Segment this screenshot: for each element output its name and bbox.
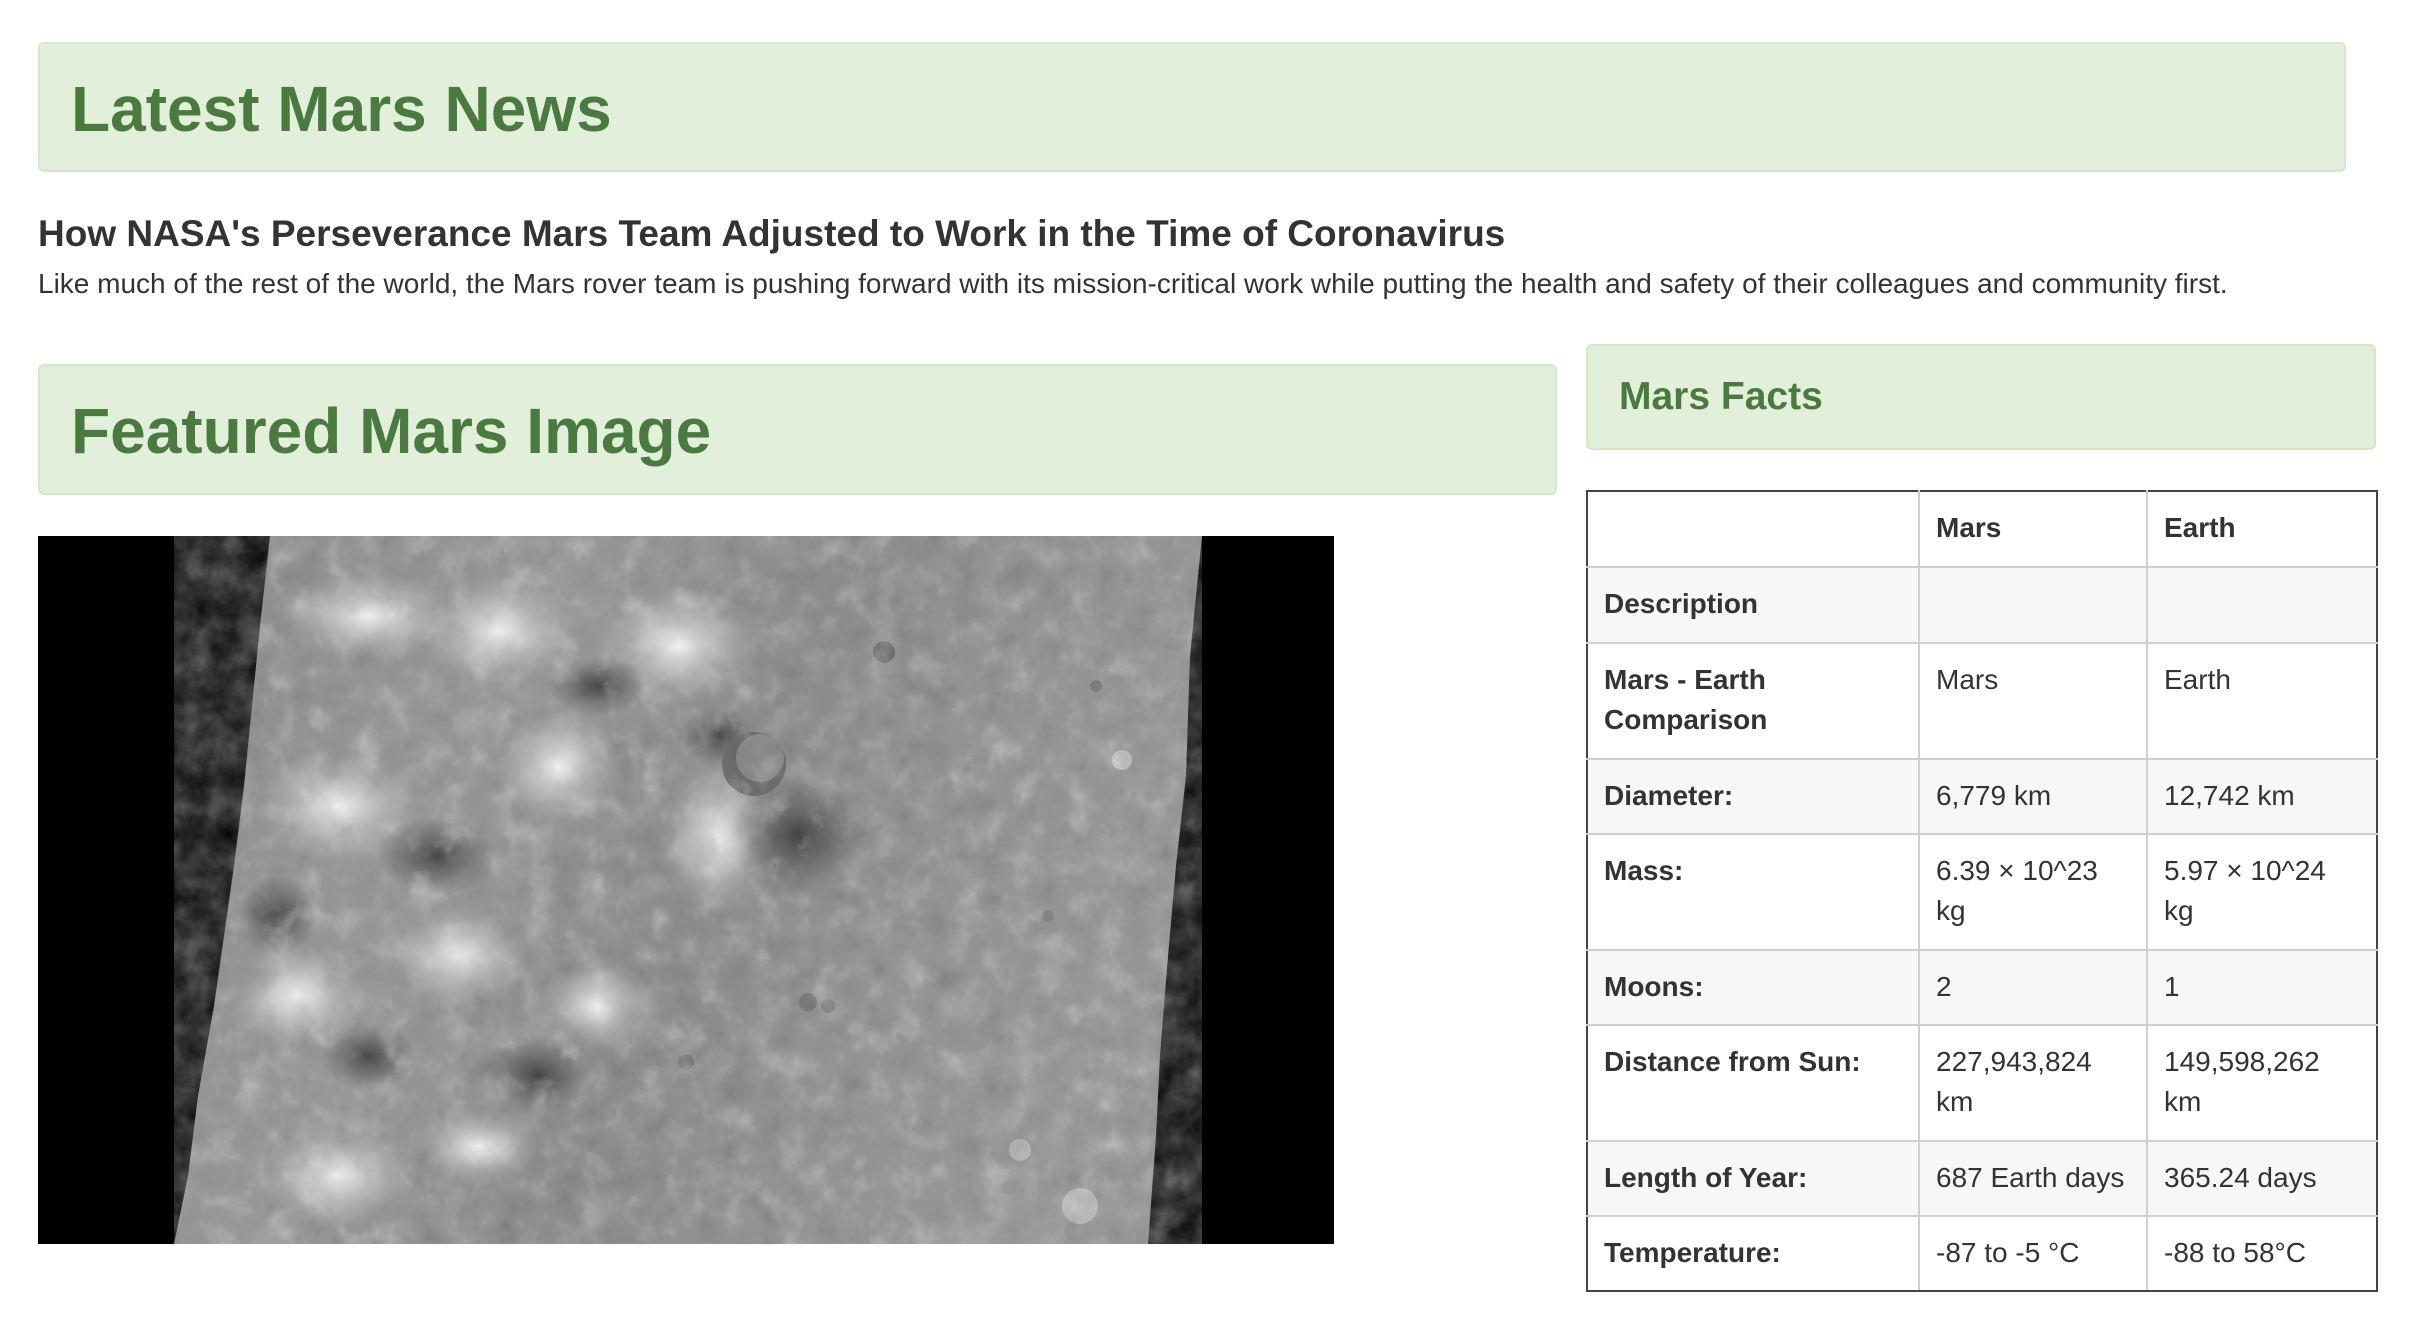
earth-value: 5.97 × 10^24 kg xyxy=(2146,833,2378,951)
mars-value: -87 to -5 °C xyxy=(1918,1215,2148,1292)
row-label: Description xyxy=(1586,566,1920,644)
row-label: Length of Year: xyxy=(1586,1140,1920,1217)
earth-value: 12,742 km xyxy=(2146,758,2378,835)
mars-surface-image xyxy=(38,536,1334,1244)
table-row: Diameter: 6,779 km 12,742 km xyxy=(1586,758,2378,835)
earth-value: 149,598,262 km xyxy=(2146,1024,2378,1142)
table-header-mars: Mars xyxy=(1918,490,2148,568)
table-header-blank xyxy=(1586,490,1920,568)
mars-value: 227,943,824 km xyxy=(1918,1024,2148,1142)
mars-value: 6.39 × 10^23 kg xyxy=(1918,833,2148,951)
earth-value xyxy=(2146,566,2378,644)
featured-image-heading: Featured Mars Image xyxy=(71,395,712,467)
mars-facts-table: Mars Earth Description Mars - Earth Comp… xyxy=(1586,490,2378,1292)
table-header-row: Mars Earth xyxy=(1586,490,2378,568)
latest-news-heading: Latest Mars News xyxy=(71,73,612,145)
earth-value: 365.24 days xyxy=(2146,1140,2378,1217)
table-row: Distance from Sun: 227,943,824 km 149,59… xyxy=(1586,1024,2378,1142)
table-row: Temperature: -87 to -5 °C -88 to 58°C xyxy=(1586,1215,2378,1292)
table-row: Description xyxy=(1586,566,2378,644)
earth-value: Earth xyxy=(2146,642,2378,760)
featured-image-panel: Featured Mars Image xyxy=(38,364,1557,495)
row-label: Mars - Earth Comparison xyxy=(1586,642,1920,760)
latest-news-panel: Latest Mars News xyxy=(38,42,2346,172)
mars-value: 2 xyxy=(1918,949,2148,1026)
earth-value: 1 xyxy=(2146,949,2378,1026)
table-row: Length of Year: 687 Earth days 365.24 da… xyxy=(1586,1140,2378,1217)
news-teaser: Like much of the rest of the world, the … xyxy=(38,268,2228,299)
row-label: Moons: xyxy=(1586,949,1920,1026)
table-row: Mass: 6.39 × 10^23 kg 5.97 × 10^24 kg xyxy=(1586,833,2378,951)
mars-value: 6,779 km xyxy=(1918,758,2148,835)
mars-value xyxy=(1918,566,2148,644)
mars-facts-heading: Mars Facts xyxy=(1619,375,1823,418)
news-title[interactable]: How NASA's Perseverance Mars Team Adjust… xyxy=(38,210,1505,258)
table-row: Moons: 2 1 xyxy=(1586,949,2378,1026)
mars-value: Mars xyxy=(1918,642,2148,760)
row-label: Temperature: xyxy=(1586,1215,1920,1292)
mars-value: 687 Earth days xyxy=(1918,1140,2148,1217)
row-label: Diameter: xyxy=(1586,758,1920,835)
featured-mars-image[interactable] xyxy=(38,536,1334,1244)
row-label: Distance from Sun: xyxy=(1586,1024,1920,1142)
earth-value: -88 to 58°C xyxy=(2146,1215,2378,1292)
table-header-earth: Earth xyxy=(2146,490,2378,568)
mars-facts-panel: Mars Facts xyxy=(1586,344,2376,450)
table-row: Mars - Earth Comparison Mars Earth xyxy=(1586,642,2378,760)
row-label: Mass: xyxy=(1586,833,1920,951)
